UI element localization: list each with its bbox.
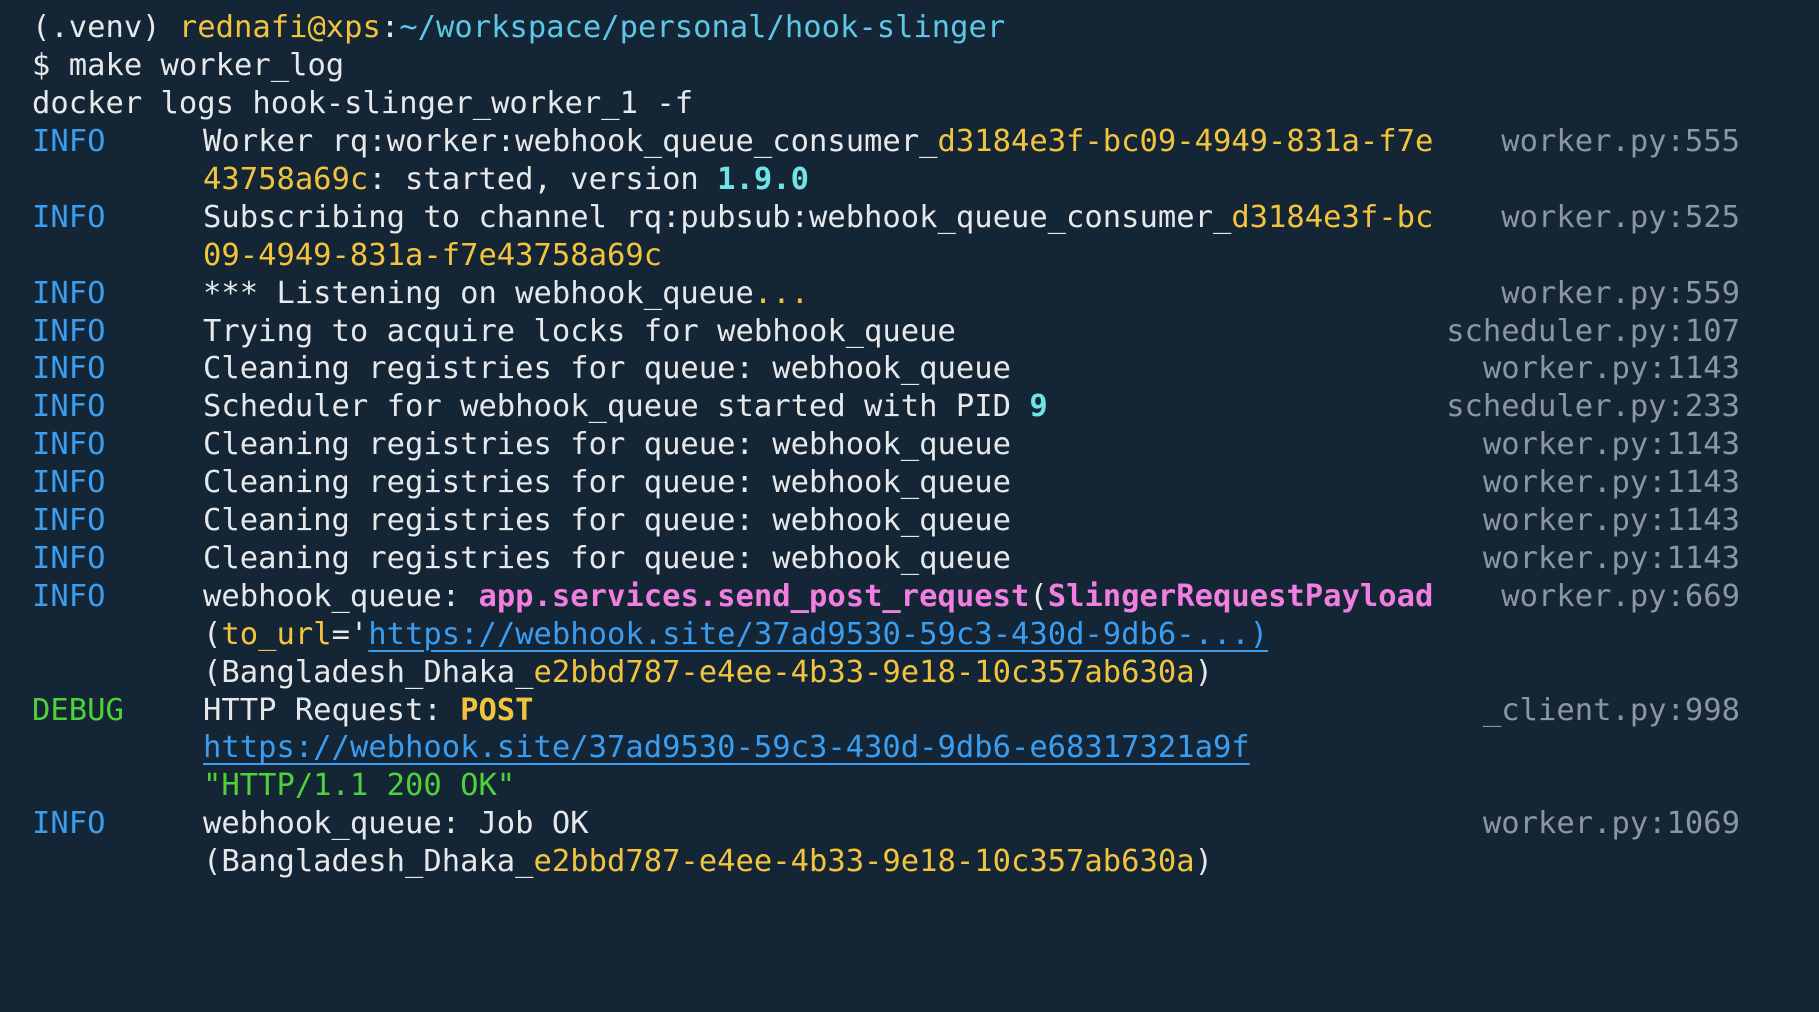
log-text: Worker rq:worker:webhook_queue_consumer_ [203, 124, 938, 159]
log-text: (Bangladesh_Dhaka_ [203, 844, 534, 880]
log-text: 43758a69c [203, 161, 369, 197]
log-text: Cleaning registries for queue: webhook_q… [203, 427, 1011, 463]
log-source: worker.py:1069 [1482, 806, 1740, 842]
log-message-line: (Bangladesh_Dhaka_e2bbd787-e4ee-4b33-9e1… [203, 840, 1213, 884]
log-text: ... [753, 275, 809, 311]
log-source: worker.py:555 [1501, 124, 1740, 159]
log-text: HTTP Request: [203, 692, 461, 728]
log-text: 1.9.0 [717, 161, 809, 197]
log-text: SlingerRequestPayload [1047, 578, 1434, 614]
log-text: *** Listening on webhook_queue [203, 275, 754, 311]
log-level: DEBUG [32, 692, 124, 728]
log-text: : started, version [368, 161, 718, 197]
log-text: e2bbd787-e4ee-4b33-9e18-10c357ab630a [533, 844, 1195, 880]
log-text: Scheduler for webhook_queue started with… [203, 389, 1030, 425]
log-source: worker.py:669 [1501, 578, 1740, 614]
log-text: Cleaning registries for queue: webhook_q… [203, 351, 1011, 387]
log-text: ( [1029, 578, 1048, 614]
log-text: Cleaning registries for queue: webhook_q… [203, 465, 1011, 501]
log-source: _client.py:998 [1482, 692, 1740, 728]
log-text: =' [331, 616, 369, 652]
log-text: 9 [1029, 389, 1048, 425]
log-text: ) [1194, 654, 1213, 690]
log-text: 09-4949-831a-f7e43758a69c [203, 237, 663, 273]
log-text: webhook_queue: Job OK [203, 806, 589, 842]
log-text: Cleaning registries for queue: webhook_q… [203, 503, 1011, 538]
prompt-colon: : [380, 10, 400, 45]
log-text: ( [203, 616, 222, 652]
log-text: (Bangladesh_Dhaka_ [203, 654, 534, 690]
log-text: webhook_queue: [203, 578, 479, 614]
log-text: ) [1194, 844, 1213, 880]
log-level: INFO [32, 806, 106, 842]
url-link[interactable]: https://webhook.site/37ad9530-59c3-430d-… [368, 617, 1268, 652]
log-text: Cleaning registries for queue: webhook_q… [203, 540, 1011, 576]
log-text: e2bbd787-e4ee-4b33-9e18-10c357ab630a [533, 654, 1195, 690]
log-text: to_url [221, 616, 332, 652]
log-text: "HTTP/1.1 200 OK" [203, 768, 516, 804]
log-text: d3184e3f-bc09-4949-831a-f7e [937, 124, 1434, 159]
log-level: INFO [32, 578, 106, 614]
log-source: worker.py:525 [1501, 199, 1740, 235]
user-host: rednafi@xps [178, 10, 381, 45]
log-text: POST [460, 692, 534, 728]
log-text: Trying to acquire locks for webhook_queu… [203, 313, 956, 349]
log-level: INFO [32, 199, 106, 235]
log-text: Subscribing to channel rq:pubsub:webhook… [203, 199, 1232, 235]
venv-label: (.venv) [32, 10, 179, 45]
working-directory: ~/workspace/personal/hook-slinger [399, 10, 1006, 45]
url-link[interactable]: https://webhook.site/37ad9530-59c3-430d-… [203, 730, 1250, 765]
log-text: app.services.send_post_request [478, 578, 1030, 614]
log-level: INFO [32, 124, 106, 159]
terminal-window[interactable]: (.venv) rednafi@xps:~/workspace/personal… [0, 0, 1819, 1012]
log-text: d3184e3f-bc [1231, 199, 1434, 235]
